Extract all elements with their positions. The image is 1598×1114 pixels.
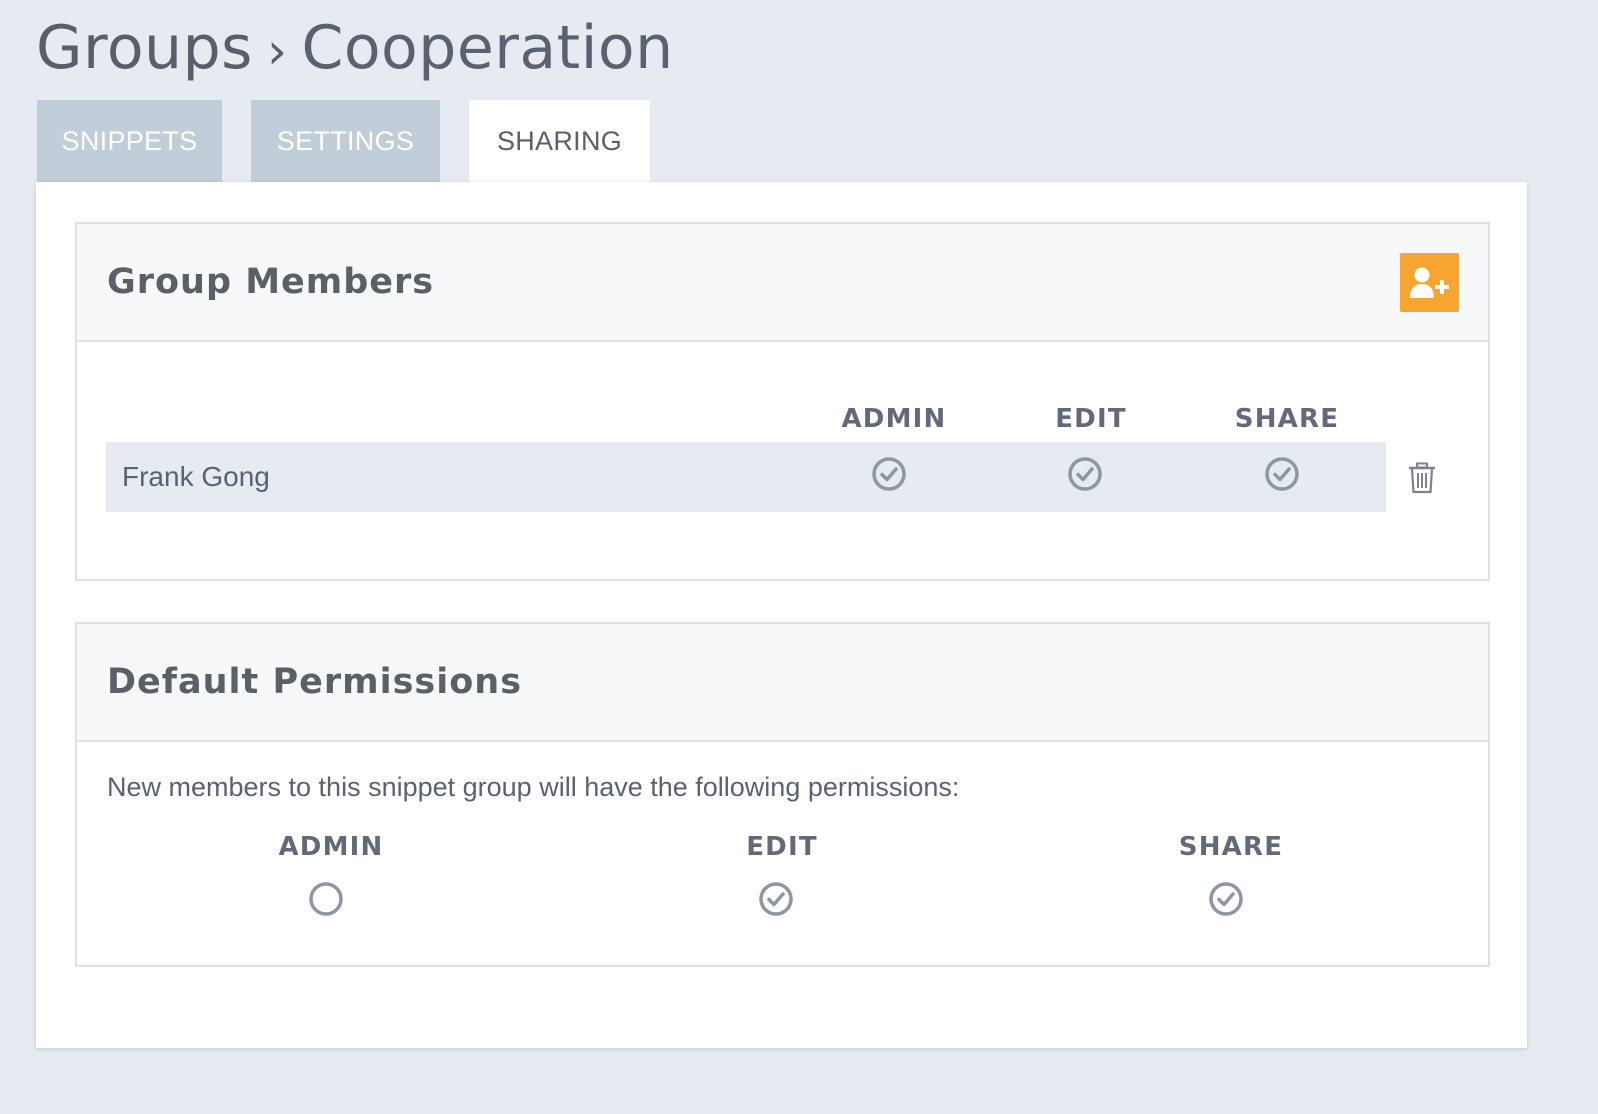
add-member-button[interactable] — [1400, 253, 1459, 312]
edit-check-icon[interactable] — [1067, 456, 1103, 492]
default-column-share: SHARE — [1178, 832, 1284, 862]
tab-settings[interactable]: SETTINGS — [251, 100, 440, 182]
breadcrumb-current: Cooperation — [301, 13, 674, 83]
default-permissions-card: Default Permissions New members to this … — [75, 622, 1490, 967]
add-user-icon — [1409, 267, 1449, 298]
group-members-card: Group Members ADMIN EDIT SHARE Frank Gon… — [75, 222, 1490, 581]
breadcrumb-parent[interactable]: Groups — [36, 13, 253, 83]
group-members-title: Group Members — [107, 262, 435, 302]
page-title: Groups › Cooperation — [36, 8, 674, 91]
breadcrumb-separator: › — [266, 22, 288, 80]
tab-sharing[interactable]: SHARING — [469, 100, 650, 182]
tab-snippets[interactable]: SNIPPETS — [37, 100, 222, 182]
column-header-share: SHARE — [1234, 404, 1340, 434]
member-row: Frank Gong — [106, 442, 1386, 512]
default-edit-check-icon[interactable] — [758, 881, 794, 917]
default-permissions-description: New members to this snippet group will h… — [107, 772, 960, 802]
default-column-admin: ADMIN — [278, 832, 384, 862]
member-name: Frank Gong — [122, 461, 270, 492]
group-members-header: Group Members — [77, 224, 1488, 342]
default-share-check-icon[interactable] — [1208, 881, 1244, 917]
sharing-panel: Group Members ADMIN EDIT SHARE Frank Gon… — [36, 182, 1527, 1048]
default-column-edit: EDIT — [746, 832, 818, 862]
default-permissions-title: Default Permissions — [107, 662, 523, 702]
default-admin-unchecked-icon[interactable] — [308, 881, 344, 917]
admin-check-icon[interactable] — [871, 456, 907, 492]
share-check-icon[interactable] — [1264, 456, 1300, 492]
column-header-admin: ADMIN — [841, 404, 947, 434]
trash-icon[interactable] — [1408, 462, 1436, 494]
column-header-edit: EDIT — [1055, 404, 1127, 434]
default-permissions-header: Default Permissions — [77, 624, 1488, 742]
